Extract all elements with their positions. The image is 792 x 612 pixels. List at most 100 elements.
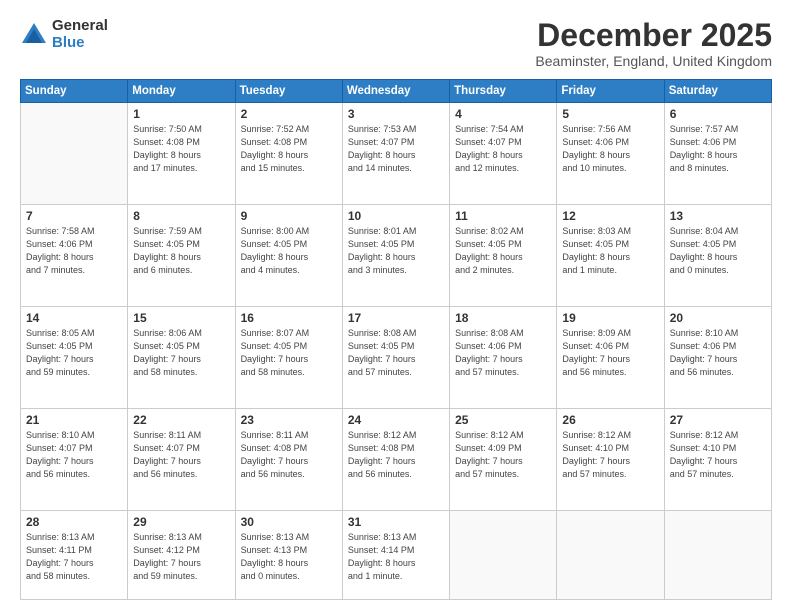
- day-number: 13: [670, 209, 766, 223]
- day-number: 23: [241, 413, 337, 427]
- day-number: 2: [241, 107, 337, 121]
- header: General Blue December 2025 Beaminster, E…: [20, 18, 772, 69]
- day-info: Sunrise: 7:56 AM Sunset: 4:06 PM Dayligh…: [562, 123, 658, 175]
- day-info: Sunrise: 8:12 AM Sunset: 4:08 PM Dayligh…: [348, 429, 444, 481]
- day-number: 14: [26, 311, 122, 325]
- day-number: 24: [348, 413, 444, 427]
- day-number: 17: [348, 311, 444, 325]
- calendar-cell: 25 Sunrise: 8:12 AM Sunset: 4:09 PM Dayli…: [450, 408, 557, 510]
- day-info: Sunrise: 8:00 AM Sunset: 4:05 PM Dayligh…: [241, 225, 337, 277]
- calendar-cell: 16 Sunrise: 8:07 AM Sunset: 4:05 PM Dayli…: [235, 306, 342, 408]
- day-info: Sunrise: 8:08 AM Sunset: 4:05 PM Dayligh…: [348, 327, 444, 379]
- calendar-weekday-wednesday: Wednesday: [342, 80, 449, 103]
- day-info: Sunrise: 8:09 AM Sunset: 4:06 PM Dayligh…: [562, 327, 658, 379]
- location: Beaminster, England, United Kingdom: [535, 53, 772, 69]
- day-info: Sunrise: 8:02 AM Sunset: 4:05 PM Dayligh…: [455, 225, 551, 277]
- day-info: Sunrise: 8:10 AM Sunset: 4:07 PM Dayligh…: [26, 429, 122, 481]
- calendar-weekday-monday: Monday: [128, 80, 235, 103]
- day-number: 15: [133, 311, 229, 325]
- logo: General Blue: [20, 18, 108, 51]
- calendar-cell: 18 Sunrise: 8:08 AM Sunset: 4:06 PM Dayli…: [450, 306, 557, 408]
- calendar-cell: 26Sunrise: 8:12 AM Sunset: 4:10 PM Dayli…: [557, 408, 664, 510]
- day-number: 9: [241, 209, 337, 223]
- day-info: Sunrise: 8:13 AM Sunset: 4:11 PM Dayligh…: [26, 531, 122, 583]
- calendar-week-4: 21 Sunrise: 8:10 AM Sunset: 4:07 PM Dayli…: [21, 408, 772, 510]
- month-title: December 2025: [535, 18, 772, 53]
- day-number: 8: [133, 209, 229, 223]
- calendar-cell: [21, 103, 128, 205]
- day-info: Sunrise: 8:01 AM Sunset: 4:05 PM Dayligh…: [348, 225, 444, 277]
- day-number: 10: [348, 209, 444, 223]
- day-info: Sunrise: 7:57 AM Sunset: 4:06 PM Dayligh…: [670, 123, 766, 175]
- calendar-cell: 3 Sunrise: 7:53 AM Sunset: 4:07 PM Daylig…: [342, 103, 449, 205]
- day-info: Sunrise: 7:59 AM Sunset: 4:05 PM Dayligh…: [133, 225, 229, 277]
- calendar-week-1: 1 Sunrise: 7:50 AM Sunset: 4:08 PM Daylig…: [21, 103, 772, 205]
- day-number: 31: [348, 515, 444, 529]
- day-number: 3: [348, 107, 444, 121]
- calendar-cell: 1 Sunrise: 7:50 AM Sunset: 4:08 PM Daylig…: [128, 103, 235, 205]
- day-number: 30: [241, 515, 337, 529]
- day-number: 25: [455, 413, 551, 427]
- calendar-cell: 8 Sunrise: 7:59 AM Sunset: 4:05 PM Daylig…: [128, 205, 235, 307]
- day-info: Sunrise: 8:08 AM Sunset: 4:06 PM Dayligh…: [455, 327, 551, 379]
- calendar-table: SundayMondayTuesdayWednesdayThursdayFrid…: [20, 79, 772, 600]
- day-number: 4: [455, 107, 551, 121]
- day-info: Sunrise: 8:04 AM Sunset: 4:05 PM Dayligh…: [670, 225, 766, 277]
- day-number: 16: [241, 311, 337, 325]
- day-info: Sunrise: 7:50 AM Sunset: 4:08 PM Dayligh…: [133, 123, 229, 175]
- calendar-cell: 27Sunrise: 8:12 AM Sunset: 4:10 PM Dayli…: [664, 408, 771, 510]
- day-number: 11: [455, 209, 551, 223]
- calendar-cell: 30 Sunrise: 8:13 AM Sunset: 4:13 PM Dayli…: [235, 510, 342, 599]
- day-info: Sunrise: 8:07 AM Sunset: 4:05 PM Dayligh…: [241, 327, 337, 379]
- day-info: Sunrise: 7:58 AM Sunset: 4:06 PM Dayligh…: [26, 225, 122, 277]
- day-info: Sunrise: 8:12 AM Sunset: 4:09 PM Dayligh…: [455, 429, 551, 481]
- day-number: 19: [562, 311, 658, 325]
- logo-blue-label: Blue: [52, 35, 108, 52]
- calendar-cell: 13 Sunrise: 8:04 AM Sunset: 4:05 PM Dayli…: [664, 205, 771, 307]
- calendar-cell: 28 Sunrise: 8:13 AM Sunset: 4:11 PM Dayli…: [21, 510, 128, 599]
- day-info: Sunrise: 7:54 AM Sunset: 4:07 PM Dayligh…: [455, 123, 551, 175]
- calendar-cell: 7Sunrise: 7:58 AM Sunset: 4:06 PM Daylig…: [21, 205, 128, 307]
- calendar-cell: 31 Sunrise: 8:13 AM Sunset: 4:14 PM Dayli…: [342, 510, 449, 599]
- day-number: 20: [670, 311, 766, 325]
- calendar-cell: 12 Sunrise: 8:03 AM Sunset: 4:05 PM Dayli…: [557, 205, 664, 307]
- logo-general-label: General: [52, 18, 108, 35]
- day-number: 18: [455, 311, 551, 325]
- calendar-cell: 21 Sunrise: 8:10 AM Sunset: 4:07 PM Dayli…: [21, 408, 128, 510]
- calendar-weekday-saturday: Saturday: [664, 80, 771, 103]
- calendar-cell: 10 Sunrise: 8:01 AM Sunset: 4:05 PM Dayli…: [342, 205, 449, 307]
- day-info: Sunrise: 7:53 AM Sunset: 4:07 PM Dayligh…: [348, 123, 444, 175]
- calendar-cell: 29Sunrise: 8:13 AM Sunset: 4:12 PM Dayli…: [128, 510, 235, 599]
- day-info: Sunrise: 8:13 AM Sunset: 4:12 PM Dayligh…: [133, 531, 229, 583]
- calendar-week-3: 14 Sunrise: 8:05 AM Sunset: 4:05 PM Dayli…: [21, 306, 772, 408]
- day-number: 1: [133, 107, 229, 121]
- day-info: Sunrise: 8:13 AM Sunset: 4:13 PM Dayligh…: [241, 531, 337, 583]
- calendar-cell: [664, 510, 771, 599]
- calendar-cell: 17 Sunrise: 8:08 AM Sunset: 4:05 PM Dayli…: [342, 306, 449, 408]
- calendar-cell: 14 Sunrise: 8:05 AM Sunset: 4:05 PM Dayli…: [21, 306, 128, 408]
- day-number: 28: [26, 515, 122, 529]
- calendar-cell: 19 Sunrise: 8:09 AM Sunset: 4:06 PM Dayli…: [557, 306, 664, 408]
- calendar-cell: 15 Sunrise: 8:06 AM Sunset: 4:05 PM Dayli…: [128, 306, 235, 408]
- calendar-cell: 6Sunrise: 7:57 AM Sunset: 4:06 PM Daylig…: [664, 103, 771, 205]
- calendar-weekday-sunday: Sunday: [21, 80, 128, 103]
- day-number: 22: [133, 413, 229, 427]
- calendar-week-2: 7Sunrise: 7:58 AM Sunset: 4:06 PM Daylig…: [21, 205, 772, 307]
- calendar-cell: 11 Sunrise: 8:02 AM Sunset: 4:05 PM Dayli…: [450, 205, 557, 307]
- day-info: Sunrise: 8:13 AM Sunset: 4:14 PM Dayligh…: [348, 531, 444, 583]
- calendar-weekday-thursday: Thursday: [450, 80, 557, 103]
- day-info: Sunrise: 8:03 AM Sunset: 4:05 PM Dayligh…: [562, 225, 658, 277]
- day-number: 12: [562, 209, 658, 223]
- title-area: December 2025 Beaminster, England, Unite…: [535, 18, 772, 69]
- calendar-week-5: 28 Sunrise: 8:13 AM Sunset: 4:11 PM Dayli…: [21, 510, 772, 599]
- logo-text: General Blue: [52, 18, 108, 51]
- calendar-cell: 20 Sunrise: 8:10 AM Sunset: 4:06 PM Dayli…: [664, 306, 771, 408]
- day-info: Sunrise: 8:06 AM Sunset: 4:05 PM Dayligh…: [133, 327, 229, 379]
- day-info: Sunrise: 8:10 AM Sunset: 4:06 PM Dayligh…: [670, 327, 766, 379]
- day-info: Sunrise: 8:11 AM Sunset: 4:07 PM Dayligh…: [133, 429, 229, 481]
- day-number: 21: [26, 413, 122, 427]
- logo-icon: [20, 21, 48, 49]
- calendar-cell: [450, 510, 557, 599]
- calendar-cell: 23Sunrise: 8:11 AM Sunset: 4:08 PM Dayli…: [235, 408, 342, 510]
- day-info: Sunrise: 8:05 AM Sunset: 4:05 PM Dayligh…: [26, 327, 122, 379]
